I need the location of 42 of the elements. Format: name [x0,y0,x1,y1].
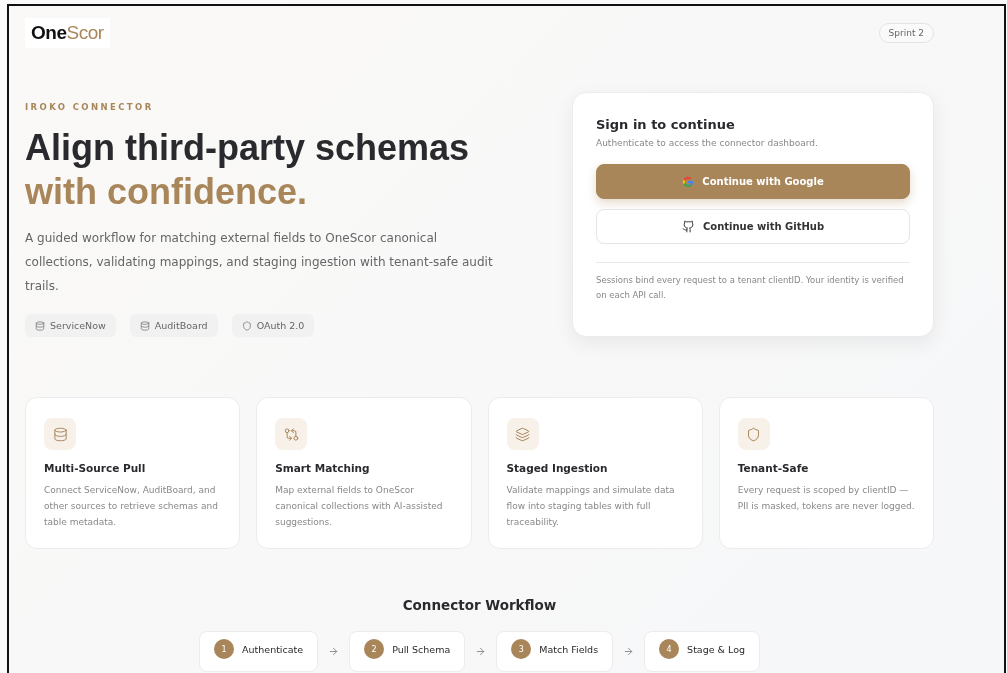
step-label: Authenticate [242,643,304,655]
logo: OneScor [25,18,110,48]
arrow-icon [328,646,340,657]
step-number: 2 [364,639,385,659]
feature-title: Tenant-Safe [737,462,810,474]
database-icon [139,320,150,331]
integration-chip: AuditBoard [129,314,218,337]
step-number: 1 [214,639,234,659]
hero-title: Align third-party schemas [25,126,471,170]
layers-icon [515,426,530,442]
feature-title: Staged Ingestion [506,462,609,474]
github-sign-in-button[interactable]: Continue with GitHub [596,209,910,244]
integration-chip: OAuth 2.0 [231,314,315,337]
step-number: 4 [659,639,680,659]
feature-description: Map external fields to OneScor canonical collections with AI-assisted suggestions. [275,484,444,529]
feature-title: Smart Matching [275,462,371,474]
shield-icon [746,426,762,442]
card-title: Sign in to continue [596,117,736,132]
compare-arrows-icon [283,426,299,442]
session-note: Sessions bind every request to a tenant clientID. Your identity is verified on each API call. [596,274,905,302]
step-label: Match Fields [539,643,599,655]
sprint-badge: Sprint 2 [878,23,934,43]
step-number: 3 [511,639,532,659]
arrow-icon [475,646,487,657]
google-icon [682,175,695,188]
arrow-icon [623,646,635,657]
card-subtitle: Authenticate to access the connector dashboard. [596,138,819,148]
database-icon [35,320,45,331]
workflow-title: Connector Workflow [401,597,558,613]
github-icon [681,220,695,233]
hero-description: A guided workflow for matching external fields to OneScor canonical collections, validating mappings, and staging ingestion with tenant-safe audit trails. [25,230,494,295]
feature-description: Connect ServiceNow, AuditBoard, and other sources to retrieve schemas and table metadata. [44,484,219,529]
feature-description: Validate mappings and simulate data flow into staging tables with full traceability. [506,484,676,529]
database-icon [52,426,68,442]
step-label: Stage & Log [687,643,745,655]
shield-icon [241,320,252,331]
step-label: Pull Schema [392,643,451,655]
eyebrow-label: IROKO CONNECTOR [25,102,155,112]
integration-chip: ServiceNow [25,314,116,337]
hero-title-accent: with confidence. [25,170,309,214]
feature-title: Multi-Source Pull [44,462,147,474]
feature-description: Every request is scoped by clientID — PII is masked, tokens are never logged. [737,484,915,513]
